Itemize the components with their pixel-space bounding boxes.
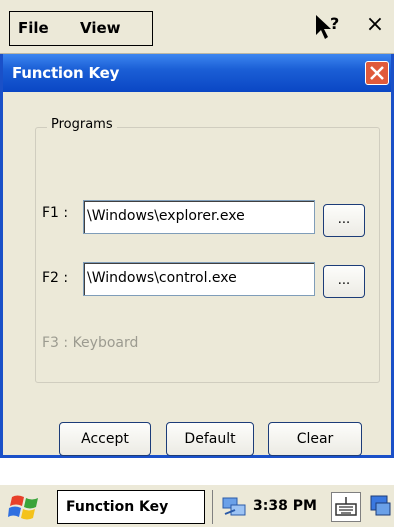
- close-icon[interactable]: ×: [360, 8, 390, 42]
- menu-bar: File View ? ×: [0, 0, 394, 54]
- help-arrow-icon[interactable]: ?: [310, 9, 346, 45]
- close-icon: [370, 66, 384, 80]
- accept-button[interactable]: Accept: [59, 422, 151, 456]
- taskbar: Function Key 3:38 PM: [0, 484, 394, 527]
- system-tray: 3:38 PM: [212, 490, 392, 524]
- keyboard-icon[interactable]: [331, 492, 361, 522]
- f2-browse-button[interactable]: ...: [323, 265, 365, 298]
- clock[interactable]: 3:38 PM: [253, 498, 317, 514]
- menu-view[interactable]: View: [80, 19, 121, 37]
- dialog-title: Function Key: [12, 64, 120, 82]
- dialog-titlebar: Function Key: [3, 54, 391, 92]
- f2-path-input[interactable]: \Windows\control.exe: [83, 262, 315, 296]
- dialog-close-button[interactable]: [365, 61, 389, 85]
- start-windows-flag-icon[interactable]: [8, 493, 46, 521]
- programs-group-label: Programs: [47, 117, 117, 132]
- f2-label: F2 :: [42, 270, 69, 286]
- f1-label: F1 :: [42, 205, 69, 221]
- desktop-icon[interactable]: [370, 494, 392, 524]
- function-key-dialog: Function Key Programs F1 : \Windows\expl…: [0, 54, 394, 458]
- network-icon[interactable]: [221, 496, 249, 522]
- svg-text:?: ?: [330, 14, 339, 33]
- f3-label: F3 : Keyboard: [42, 335, 139, 351]
- clear-button[interactable]: Clear: [268, 422, 362, 456]
- menu-group: File View: [9, 11, 153, 46]
- menu-file[interactable]: File: [18, 19, 49, 37]
- default-button[interactable]: Default: [166, 422, 254, 456]
- taskbar-function-key-button[interactable]: Function Key: [57, 490, 205, 524]
- f1-path-input[interactable]: \Windows\explorer.exe: [83, 200, 315, 234]
- f1-browse-button[interactable]: ...: [323, 204, 365, 237]
